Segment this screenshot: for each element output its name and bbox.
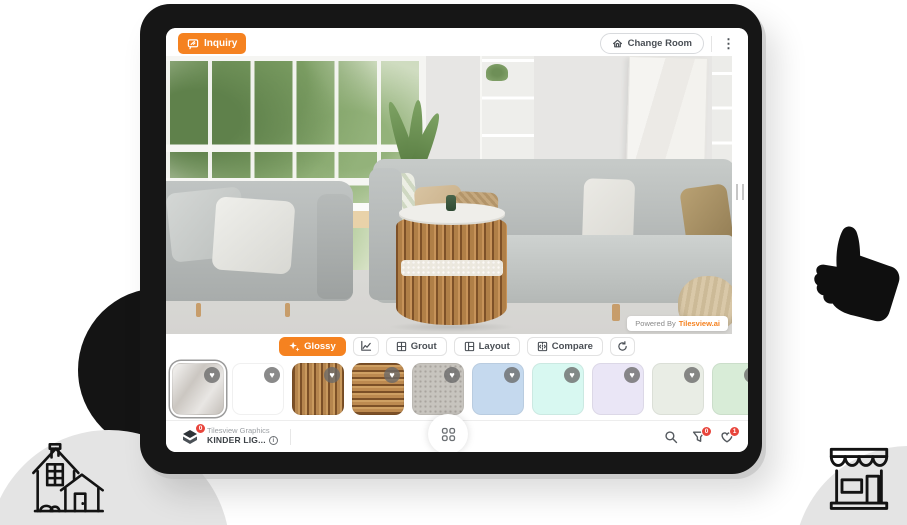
compare-icon [537,341,548,352]
favorite-heart-icon[interactable]: ♥ [564,367,580,383]
filter-badge: 0 [701,426,712,437]
sparkle-icon [289,341,300,352]
glossy-button[interactable]: Glossy [279,337,346,356]
table-lace-band [401,260,503,276]
tile-swatch-grey-speckle[interactable]: ♥ [412,363,464,415]
sofa-leg [612,304,620,321]
header-divider [711,36,712,52]
page: Inquiry Change Room ⋮ [0,0,907,525]
refresh-icon [617,341,628,352]
tablet-device: Inquiry Change Room ⋮ [140,4,762,474]
refresh-button[interactable] [610,337,635,356]
favorite-heart-icon[interactable]: ♥ [504,367,520,383]
compare-label: Compare [552,341,593,352]
change-room-label: Change Room [628,38,692,49]
drag-handle-icon[interactable] [736,184,744,200]
table-green-jar [446,195,456,211]
inquiry-button[interactable]: Inquiry [178,33,246,54]
sofa-leg [196,303,200,317]
layout-icon [464,341,475,352]
wishlist-badge: 1 [729,426,740,437]
shade-chart-button[interactable] [353,337,379,356]
home-icon [612,38,623,49]
store-icon [820,444,898,512]
powered-by-badge[interactable]: Powered By Tilesview.ai [627,316,728,331]
tile-swatch-light-blue[interactable]: ♥ [472,363,524,415]
powered-by-prefix: Powered By [635,319,675,328]
info-icon[interactable]: i [269,436,278,445]
sofa-leg [285,303,289,317]
tile-swatch-green[interactable]: ♥ [712,363,748,415]
search-icon[interactable] [664,430,678,444]
apps-grid-icon [441,427,456,442]
chart-icon [360,340,372,352]
left-sofa-arm [317,194,353,299]
grout-label: Grout [411,341,437,352]
tile-swatch-strip: ♥ ♥ ♥ ♥ ♥ ♥ ♥ ♥ ♥ ♥ [166,358,748,420]
favorite-heart-icon[interactable]: ♥ [624,367,640,383]
kebab-menu-icon[interactable]: ⋮ [719,35,738,52]
tile-swatch-grey-marble[interactable]: ♥ [172,363,224,415]
room-photo [166,56,732,334]
thumbs-up-hand-icon [806,222,904,334]
grout-button[interactable]: Grout [386,337,447,356]
house-icon [22,440,114,518]
filter-icon[interactable]: 0 [692,430,706,444]
favorite-heart-icon[interactable]: ♥ [444,367,460,383]
favorite-heart-icon[interactable]: ♥ [324,367,340,383]
header-actions: Change Room ⋮ [600,33,738,54]
room-shelf-plant [486,64,509,81]
glossy-label: Glossy [304,341,336,352]
inquiry-icon [187,38,199,50]
change-room-button[interactable]: Change Room [600,33,704,54]
favorite-heart-icon[interactable]: ♥ [684,367,700,383]
brand-text: Tilesview Graphics KINDER LIG... i [207,427,278,445]
tile-swatch-white[interactable]: ♥ [232,363,284,415]
favorite-heart-icon[interactable]: ♥ [384,367,400,383]
footer-actions: 0 1 [664,430,734,444]
room-viewer: Powered By Tilesview.ai [166,56,748,334]
app-screen: Inquiry Change Room ⋮ [166,28,748,452]
favorite-heart-icon[interactable]: ♥ [744,367,748,383]
selected-product-name: KINDER LIG... [207,436,266,446]
app-header: Inquiry Change Room ⋮ [166,28,748,56]
viewer-toolbar: Glossy Grout [166,334,748,358]
powered-by-brand: Tilesview.ai [679,319,720,328]
wicker-coffee-table [395,203,508,328]
inquiry-label: Inquiry [204,38,237,49]
logo-badge: 0 [195,423,206,434]
compare-button[interactable]: Compare [527,337,603,356]
wishlist-icon[interactable]: 1 [720,430,734,444]
tile-swatch-sage[interactable]: ♥ [652,363,704,415]
left-sofa [166,181,353,309]
tile-swatch-lavender[interactable]: ♥ [592,363,644,415]
apps-fab-button[interactable] [428,414,468,452]
tile-swatch-wood-vertical[interactable]: ♥ [292,363,344,415]
favorite-heart-icon[interactable]: ♥ [264,367,280,383]
footer-divider [290,429,291,445]
tile-swatch-wood-horizontal[interactable]: ♥ [352,363,404,415]
tile-swatch-mint[interactable]: ♥ [532,363,584,415]
favorite-heart-icon[interactable]: ♥ [204,367,220,383]
grid-icon [396,341,407,352]
left-sofa-pillow-white [212,196,296,274]
brand-logo: 0 [180,427,200,447]
layout-label: Layout [479,341,510,352]
layout-button[interactable]: Layout [454,337,520,356]
